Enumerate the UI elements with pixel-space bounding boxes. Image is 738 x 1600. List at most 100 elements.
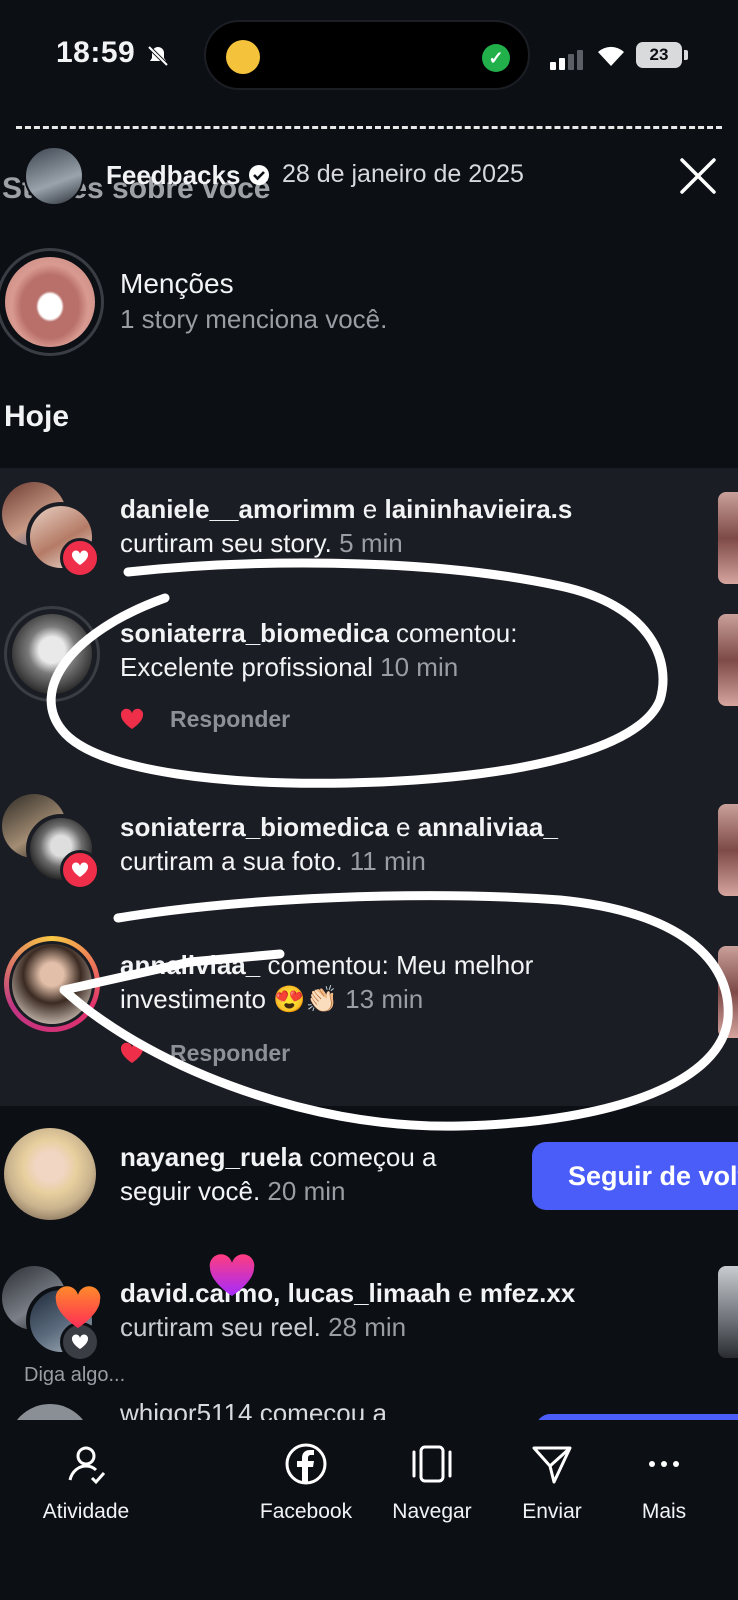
heart-icon (71, 550, 89, 565)
comment-text: Excelente profissional (120, 652, 373, 682)
notification-follow[interactable]: nayaneg_ruela começou a seguir você. 20 … (0, 1122, 738, 1232)
floating-heart-icon (55, 1286, 101, 1328)
story-author-avatar[interactable] (24, 146, 84, 206)
mentions-subtitle: 1 story menciona você. (120, 304, 388, 334)
story-thumbnail[interactable] (718, 946, 738, 1038)
action-text: curtiram seu reel. (120, 1312, 321, 1342)
comment-text: investimento 😍👏🏻 (120, 984, 338, 1014)
connector-text: e (362, 494, 378, 524)
nav-activity[interactable]: Atividade (34, 1442, 138, 1524)
reply-actions: Responder (120, 702, 380, 736)
username[interactable]: annaliviaa_ (120, 950, 260, 980)
notification-text: whigor5114 começou a (120, 1398, 387, 1420)
nav-label: Atividade (42, 1500, 130, 1523)
heart-icon (71, 862, 89, 877)
nav-label: Mais (641, 1500, 687, 1523)
nav-facebook[interactable]: Facebook (254, 1442, 358, 1524)
action-text: comentou: Meu melhor (267, 950, 534, 980)
mention-thumbnail (0, 248, 104, 356)
username[interactable]: soniaterra_biomedica (120, 618, 389, 648)
cellular-signal-icon (550, 48, 586, 70)
facebook-icon (285, 1443, 327, 1485)
status-bar: 18:59 ✓ 23 (0, 0, 738, 110)
nav-send[interactable]: Enviar (500, 1442, 604, 1524)
verified-badge-icon (249, 165, 269, 185)
story-thumbnail[interactable] (718, 614, 738, 706)
story-progress-bar (16, 126, 722, 129)
battery-nub (684, 50, 688, 60)
nav-browse[interactable]: Navegar (380, 1442, 484, 1524)
notification-text: david.carmo, lucas_limaah e mfez.xx curt… (120, 1276, 680, 1344)
avatar[interactable] (4, 606, 100, 702)
section-heading-today: Hoje (4, 400, 70, 433)
connector-text: e (458, 1278, 473, 1308)
username[interactable]: laininhavieira.s (385, 494, 573, 524)
timestamp: 11 min (349, 846, 426, 876)
notification-comment[interactable]: soniaterra_biomedica comentou: Excelente… (0, 600, 738, 750)
timestamp: 28 min (328, 1312, 407, 1342)
avatar[interactable] (8, 1404, 92, 1420)
heart-icon (71, 1334, 89, 1349)
username[interactable]: mfez.xx (480, 1278, 575, 1308)
username[interactable]: daniele__amorimm (120, 494, 356, 524)
activity-icon (68, 1446, 106, 1485)
notification-text: daniele__amorimm e laininhavieira.s curt… (120, 492, 680, 560)
story-thumbnail[interactable] (718, 492, 738, 584)
notification-reel-like[interactable]: david.carmo, lucas_limaah e mfez.xx curt… (0, 1262, 738, 1372)
avatar-with-story-ring[interactable] (4, 936, 100, 1032)
check-icon: ✓ (482, 44, 510, 72)
reply-button[interactable]: Responder (170, 706, 290, 733)
story-date: 28 de janeiro de 2025 (282, 160, 524, 188)
send-icon (532, 1446, 572, 1484)
timestamp: 20 min (267, 1176, 346, 1206)
reel-thumbnail[interactable] (718, 1266, 738, 1358)
like-comment-heart-icon[interactable] (120, 708, 144, 730)
like-badge (60, 850, 100, 890)
action-text: curtiram seu story. (120, 528, 332, 558)
silent-bell-icon (147, 45, 169, 67)
battery-indicator: 23 (636, 42, 682, 68)
timestamp: 5 min (339, 528, 403, 558)
like-badge (60, 538, 100, 578)
username[interactable]: annaliviaa_ (418, 812, 558, 842)
nav-more[interactable]: Mais (612, 1442, 716, 1524)
action-text: começou a (309, 1142, 437, 1172)
notification-photo-like[interactable]: soniaterra_biomedica e annaliviaa_ curti… (0, 790, 738, 900)
notification-text: soniaterra_biomedica e annaliviaa_ curti… (120, 810, 680, 878)
timestamp: 10 min (380, 652, 459, 682)
reply-button[interactable]: Responder (170, 1040, 290, 1067)
mentions-title: Menções (120, 268, 234, 299)
story-header: Feedbacks 28 de janeiro de 2025 (0, 140, 738, 210)
nav-label: Navegar (392, 1500, 472, 1523)
avatar[interactable] (4, 1128, 96, 1220)
handshake-icon (226, 40, 260, 74)
action-text: comentou: (396, 618, 518, 648)
browse-icon (412, 1445, 452, 1483)
like-comment-heart-icon[interactable] (120, 1042, 144, 1064)
dynamic-island[interactable]: ✓ (204, 20, 530, 90)
reply-actions: Responder (120, 1036, 380, 1070)
photo-thumbnail[interactable] (718, 804, 738, 896)
more-icon (649, 1461, 679, 1467)
notification-comment[interactable]: annaliviaa_ comentou: Meu melhor investi… (0, 932, 738, 1082)
mentions-row[interactable]: Menções 1 story menciona você. (0, 240, 738, 360)
action-text: curtiram a sua foto. (120, 846, 343, 876)
bottom-nav: Atividade Facebook Navegar Enviar Mais (0, 1420, 738, 1600)
timestamp: 13 min (345, 984, 424, 1014)
status-time: 18:59 (56, 36, 136, 69)
wifi-icon (598, 46, 624, 66)
action-text-continued: seguir você. (120, 1176, 261, 1206)
floating-heart-icon (209, 1254, 255, 1296)
username[interactable]: soniaterra_biomedica (120, 812, 389, 842)
nav-label: Facebook (259, 1500, 353, 1523)
close-icon[interactable] (676, 154, 720, 198)
notification-partial[interactable]: whigor5114 começou a (0, 1370, 738, 1420)
usernames[interactable]: david.carmo, lucas_limaah (120, 1278, 451, 1308)
nav-label: Enviar (522, 1500, 582, 1523)
username[interactable]: nayaneg_ruela (120, 1142, 302, 1172)
story-author-name[interactable]: Feedbacks (106, 160, 240, 191)
notification-text: annaliviaa_ comentou: Meu melhor investi… (120, 948, 680, 1016)
follow-back-button[interactable]: Seguir de volta (532, 1142, 738, 1210)
notification-story-like[interactable]: daniele__amorimm e laininhavieira.s curt… (0, 478, 738, 588)
notification-text: soniaterra_biomedica comentou: Excelente… (120, 616, 680, 684)
